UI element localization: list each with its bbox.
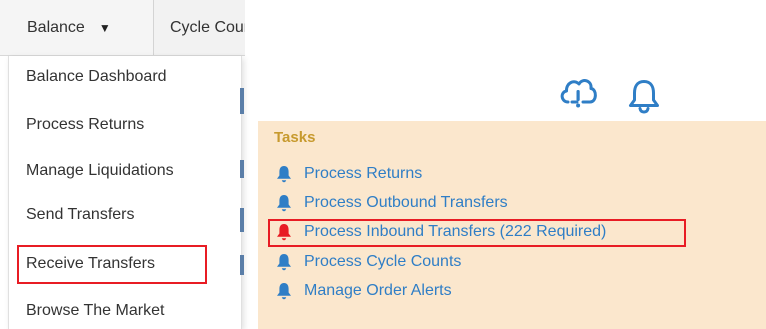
bell-icon[interactable] <box>626 78 662 119</box>
bell-icon <box>277 166 291 183</box>
task-label: Process Outbound Transfers <box>304 194 508 211</box>
cloud-alert-icon[interactable] <box>557 73 599 114</box>
task-link-manage-order-alerts[interactable]: Manage Order Alerts <box>275 280 452 302</box>
task-link-process-outbound-transfers[interactable]: Process Outbound Transfers <box>275 192 508 214</box>
task-label: Process Cycle Counts <box>304 253 462 270</box>
top-nav-bar: Balance ▼ Cycle Counts <box>0 0 245 56</box>
page-edge-fragment <box>240 160 244 178</box>
nav-tab-cycle-counts-label: Cycle Counts <box>170 18 245 36</box>
chevron-down-icon: ▼ <box>98 20 111 35</box>
page-edge-fragment <box>240 88 244 114</box>
balance-dropdown-menu: Balance Dashboard Process Returns Manage… <box>8 56 242 329</box>
menu-item-send-transfers[interactable]: Send Transfers <box>26 206 135 224</box>
bell-icon <box>277 283 291 300</box>
nav-tab-balance-label: Balance <box>27 18 85 36</box>
menu-item-manage-liquidations[interactable]: Manage Liquidations <box>26 162 174 180</box>
tasks-title: Tasks <box>274 129 316 146</box>
page-edge-fragment <box>240 208 244 232</box>
task-link-process-returns[interactable]: Process Returns <box>275 163 422 185</box>
bell-icon <box>277 224 291 241</box>
task-label: Process Returns <box>304 165 423 182</box>
menu-item-receive-transfers[interactable]: Receive Transfers <box>17 245 207 284</box>
menu-item-balance-dashboard[interactable]: Balance Dashboard <box>26 68 167 86</box>
task-link-process-cycle-counts[interactable]: Process Cycle Counts <box>275 251 461 273</box>
task-label: Manage Order Alerts <box>304 282 452 299</box>
nav-tab-balance[interactable]: Balance ▼ <box>0 0 154 55</box>
nav-tab-cycle-counts[interactable]: Cycle Counts <box>154 0 245 55</box>
page-edge-fragment <box>240 255 244 275</box>
task-link-process-inbound-transfers[interactable]: Process Inbound Transfers (222 Required) <box>268 219 686 247</box>
task-label: Process Inbound Transfers (222 Required) <box>304 223 607 240</box>
bell-icon <box>277 254 291 271</box>
bell-icon <box>277 195 291 212</box>
tasks-panel: Tasks Process Returns Process Outbound T… <box>258 121 766 329</box>
menu-item-browse-the-market[interactable]: Browse The Market <box>26 302 164 320</box>
menu-item-process-returns[interactable]: Process Returns <box>26 116 144 134</box>
